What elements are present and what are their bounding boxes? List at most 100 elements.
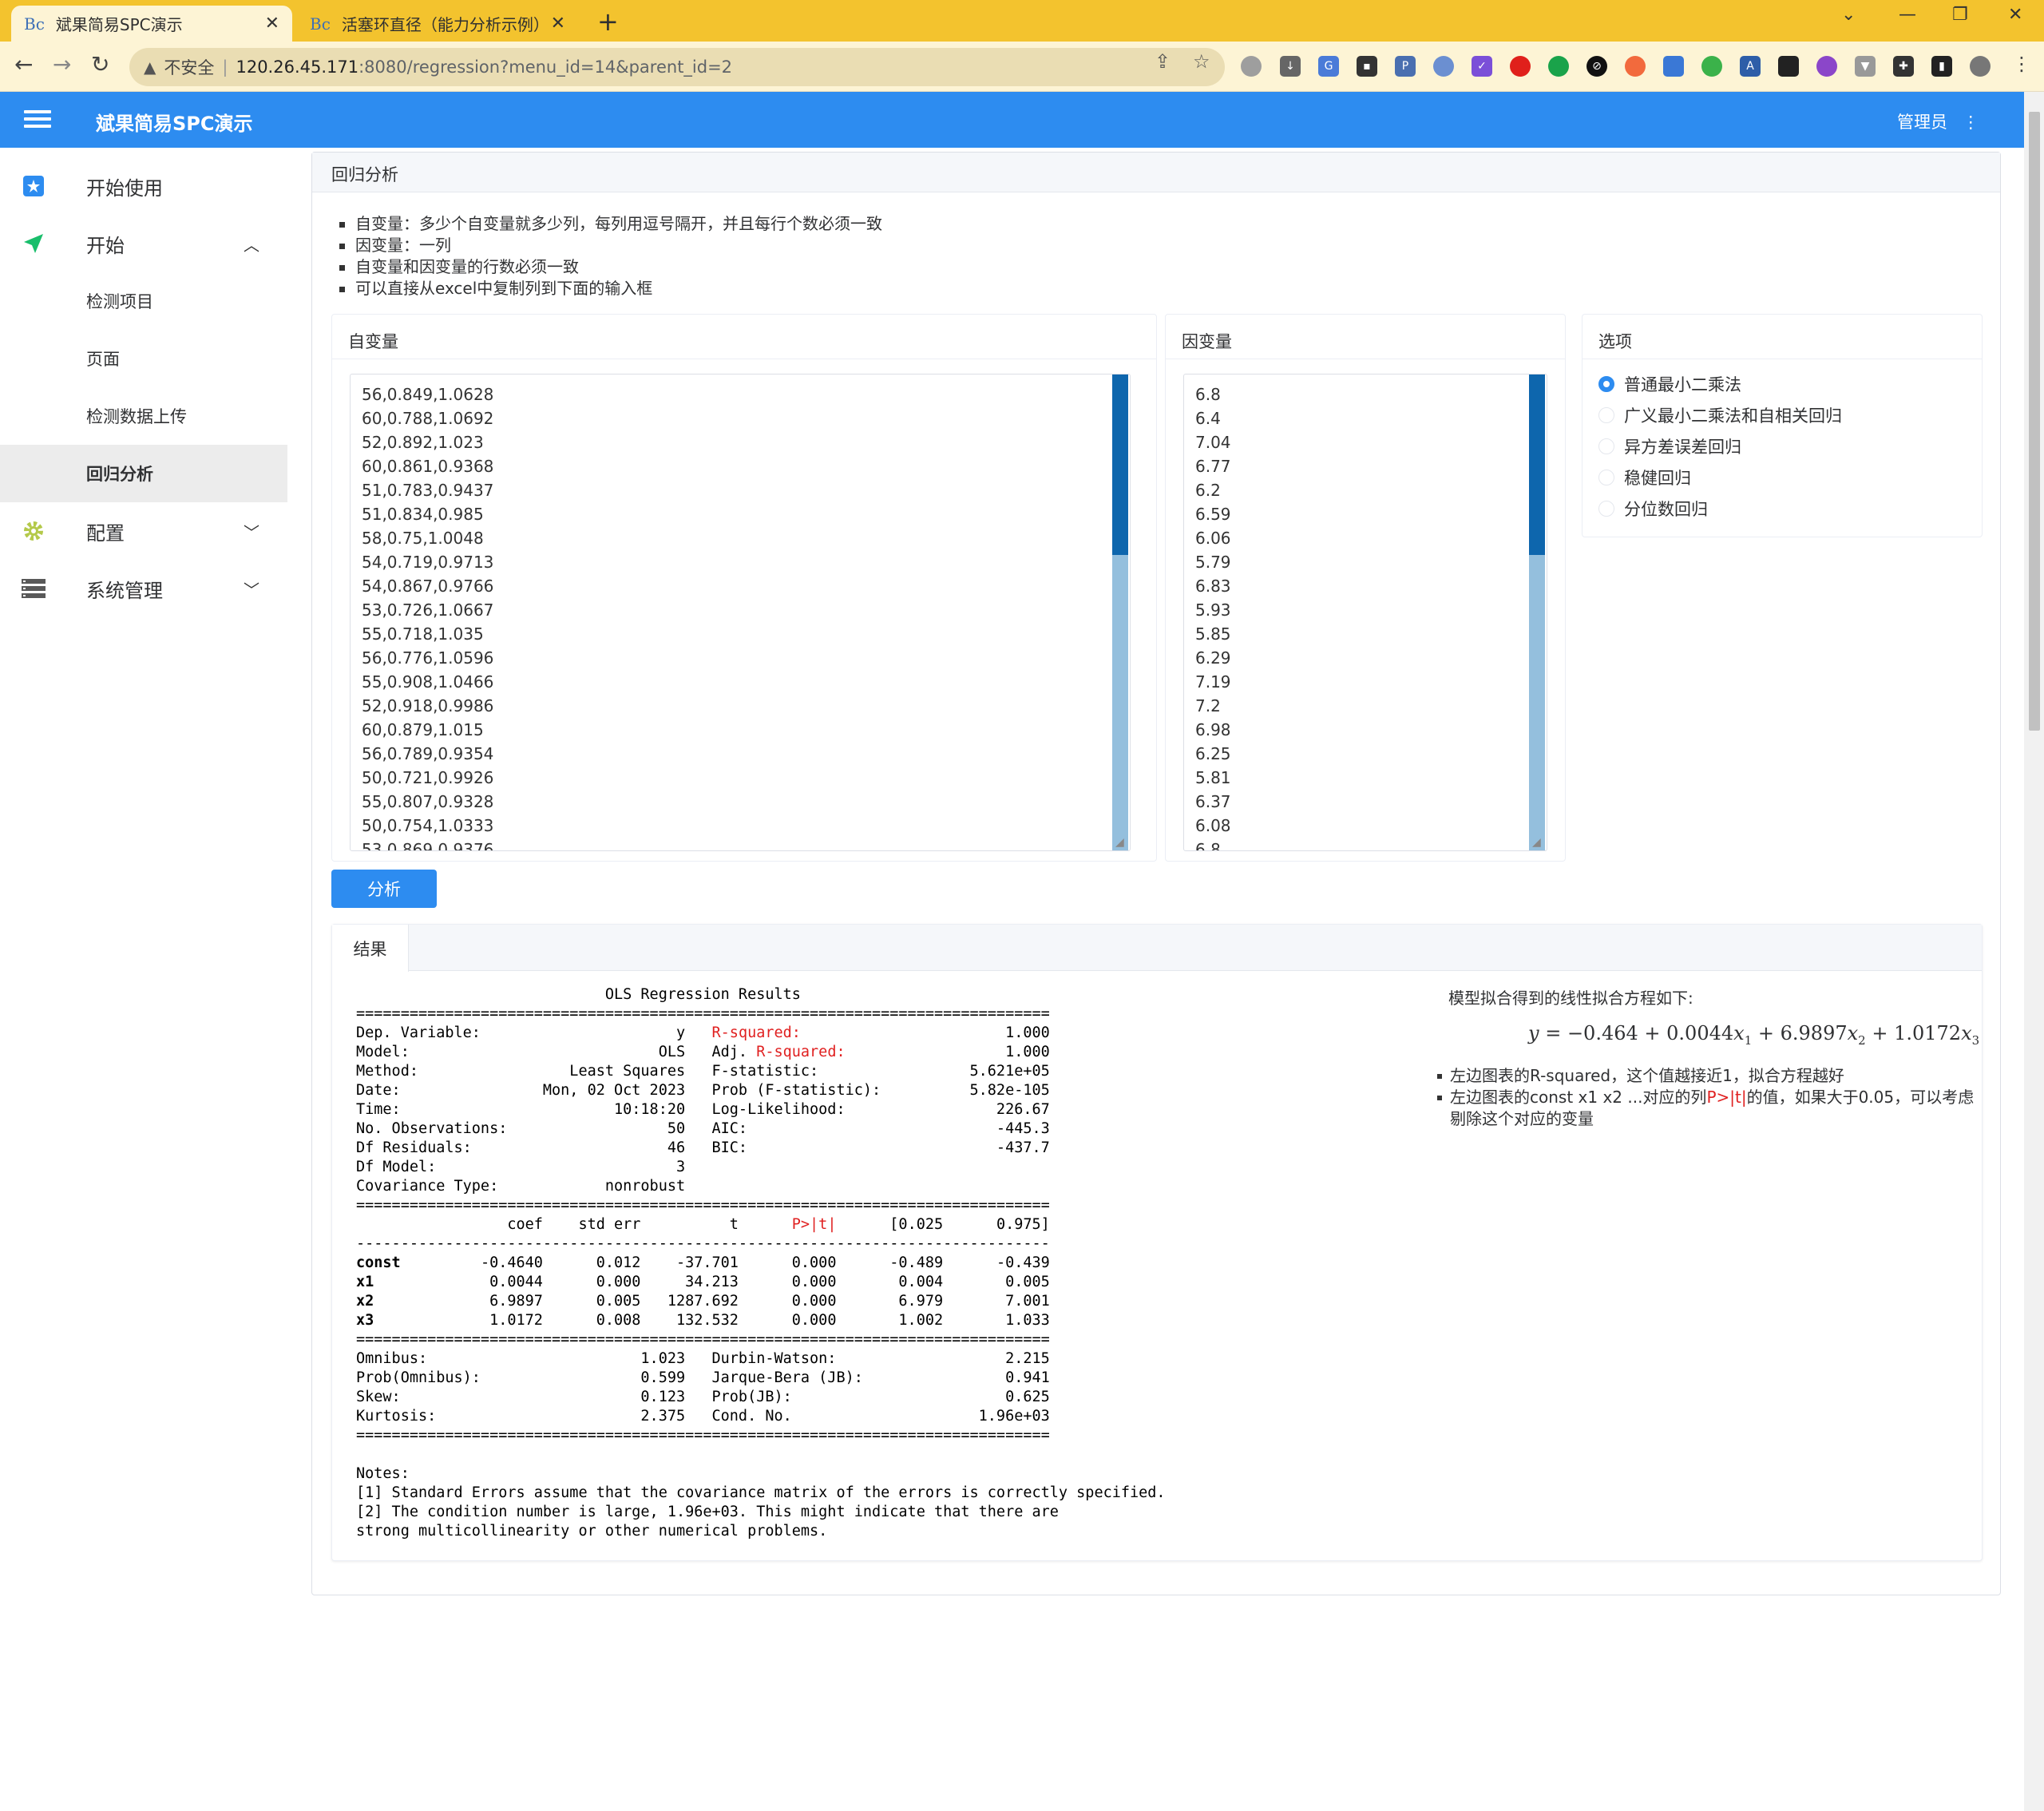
user-menu[interactable]: 管理员 ⋮	[1897, 109, 1979, 133]
extension-icon[interactable]: ▼	[1855, 56, 1876, 77]
note-item: 左边图表的R-squared，这个值越接近1，拟合方程越好	[1436, 1065, 1979, 1087]
warning-icon: ▲	[144, 57, 156, 77]
back-icon[interactable]: ←	[14, 51, 33, 77]
sidebar-subitem-inspection-items[interactable]: 检测项目	[0, 272, 287, 330]
history-icon[interactable]	[1816, 56, 1837, 77]
font-icon[interactable]: A	[1740, 56, 1761, 77]
chevron-up-icon[interactable]: ︿	[244, 232, 259, 256]
favicon-icon: Bc	[24, 14, 45, 34]
sidebar-subitem-regression[interactable]: 回归分析	[0, 445, 287, 502]
sidebar-item-config[interactable]: 配置 ﹀	[0, 502, 287, 560]
check-icon[interactable]: ✓	[1472, 56, 1492, 77]
ols-line: No. Observations: 50 AIC: -445.3	[356, 1120, 1050, 1137]
close-tab-icon[interactable]: ✕	[265, 14, 279, 34]
note-item: 左边图表的const x1 x2 ...对应的列P>|t|的值，如果大于0.05…	[1436, 1087, 1979, 1130]
extension-icon[interactable]	[1433, 56, 1454, 77]
forward-icon[interactable]: →	[53, 51, 71, 77]
adblock-icon[interactable]	[1510, 56, 1531, 77]
menu-toggle-icon[interactable]	[24, 106, 51, 133]
share-icon[interactable]: ⇪	[1155, 50, 1171, 73]
independent-textarea[interactable]: 56,0.849,1.0628 60,0.788,1.0692 52,0.892,1…	[350, 374, 1131, 851]
textarea-scrollbar-thumb[interactable]	[1529, 374, 1545, 555]
textarea-line: 60,0.788,1.0692	[362, 409, 494, 428]
sidebar-subitem-data-upload[interactable]: 检测数据上传	[0, 387, 287, 445]
close-window-icon[interactable]: ✕	[2008, 5, 2022, 25]
dependent-textarea[interactable]: 6.8 6.4 7.04 6.77 6.2 6.59 6.06 5.79 6.83 5.93 5.8…	[1183, 374, 1547, 851]
radio-gls[interactable]: 广义最小二乘法和自相关回归	[1598, 403, 1842, 427]
browser-tab[interactable]: Bc 活塞环直径（能力分析示例） ✕	[297, 6, 578, 42]
textarea-line: 7.04	[1195, 433, 1231, 452]
radio-quantile[interactable]: 分位数回归	[1598, 497, 1708, 521]
textarea-line: 5.93	[1195, 600, 1231, 620]
download-icon[interactable]: ↓	[1280, 56, 1301, 77]
puzzle-icon[interactable]: ✚	[1893, 56, 1914, 77]
radio-rlm[interactable]: 稳健回归	[1598, 466, 1691, 489]
restore-icon[interactable]: ❐	[1952, 5, 1968, 25]
extension-icon[interactable]	[1241, 56, 1262, 77]
radio-wls[interactable]: 异方差误差回归	[1598, 434, 1741, 458]
resize-handle-icon[interactable]: ◢	[1115, 836, 1124, 849]
radio-icon[interactable]	[1598, 407, 1614, 423]
chevron-down-icon[interactable]: ﹀	[244, 577, 259, 600]
translate-icon[interactable]: G	[1318, 56, 1339, 77]
radio-icon[interactable]	[1598, 438, 1614, 454]
textarea-scrollbar-thumb[interactable]	[1112, 374, 1128, 555]
textarea-line: 6.83	[1195, 577, 1231, 596]
ols-line: ========================================…	[356, 1005, 1050, 1022]
url-field[interactable]: ▲ 不安全 | 120.26.45.171 :8080/regression?m…	[129, 48, 1225, 86]
sidebar-item-start[interactable]: 开始 ︿	[0, 215, 287, 272]
minimize-icon[interactable]: —	[1899, 5, 1916, 25]
extension-icon[interactable]	[1663, 56, 1684, 77]
textarea-line: 53,0.869,0.9376	[362, 840, 494, 851]
sidebar-item-system[interactable]: 系统管理 ﹀	[0, 560, 287, 617]
ols-line: Prob(Omnibus): 0.599 Jarque-Bera (JB): 0…	[356, 1369, 1050, 1386]
options-label: 选项	[1583, 315, 1982, 359]
sidebar-item-label: 开始	[86, 234, 125, 257]
browser-menu-icon[interactable]: ⋮	[2012, 53, 2031, 75]
independent-values: 56,0.849,1.0628 60,0.788,1.0692 52,0.892,1…	[362, 382, 494, 851]
tab-search-icon[interactable]: ⌄	[1841, 5, 1856, 25]
instruction-item: 自变量：多少个自变量就多少列，每列用逗号隔开，并且每行个数必须一致	[338, 213, 882, 235]
extension-icon[interactable]	[1778, 56, 1799, 77]
ols-line: ----------------------------------------…	[356, 1235, 1050, 1252]
dependent-label: 因变量	[1166, 315, 1565, 359]
ols-line: OLS Regression Results	[356, 986, 1050, 1003]
extension-icon[interactable]	[1625, 56, 1646, 77]
block-icon[interactable]: ⊘	[1586, 56, 1607, 77]
textarea-line: 6.59	[1195, 505, 1231, 524]
analyze-button[interactable]: 分析	[331, 870, 437, 908]
textarea-line: 51,0.834,0.985	[362, 505, 484, 524]
radio-ols[interactable]: 普通最小二乘法	[1598, 372, 1741, 396]
new-tab-icon[interactable]: +	[597, 6, 619, 37]
profile-icon[interactable]	[1970, 56, 1991, 77]
more-vertical-icon[interactable]: ⋮	[1963, 113, 1979, 132]
page-scrollbar-thumb[interactable]	[2029, 112, 2040, 731]
textarea-line: 6.2	[1195, 481, 1221, 500]
sidebar-subitem-label: 回归分析	[86, 465, 153, 484]
favicon-icon: Bc	[310, 14, 331, 34]
terminal-icon[interactable]: ▪	[1357, 56, 1377, 77]
address-bar: ← → ↻ ▲ 不安全 | 120.26.45.171 :8080/regres…	[0, 42, 2044, 92]
radio-icon[interactable]	[1598, 470, 1614, 485]
extension-icon[interactable]	[1701, 56, 1722, 77]
radio-selected-icon[interactable]	[1598, 376, 1614, 392]
radio-icon[interactable]	[1598, 501, 1614, 517]
url-separator: |	[222, 57, 228, 77]
interpretation-notes: 左边图表的R-squared，这个值越接近1，拟合方程越好 左边图表的const …	[1436, 1065, 1979, 1130]
textarea-line: 60,0.879,1.015	[362, 720, 484, 739]
sidebar-item-getting-started[interactable]: 开始使用	[0, 157, 287, 215]
extension-icon[interactable]	[1548, 56, 1569, 77]
reload-icon[interactable]: ↻	[91, 51, 109, 77]
sidepanel-icon[interactable]: ▮	[1931, 56, 1952, 77]
close-tab-icon[interactable]: ✕	[551, 14, 565, 34]
resize-handle-icon[interactable]: ◢	[1532, 836, 1541, 849]
pdf-icon[interactable]: P	[1395, 56, 1416, 77]
textarea-line: 6.4	[1195, 409, 1221, 428]
chevron-down-icon[interactable]: ﹀	[244, 520, 259, 543]
browser-tab-active[interactable]: Bc 斌果简易SPC演示 ✕	[11, 6, 292, 42]
tab-results[interactable]: 结果	[332, 925, 409, 972]
sidebar-subitem-pages[interactable]: 页面	[0, 330, 287, 387]
textarea-line: 6.25	[1195, 744, 1231, 763]
url-host: 120.26.45.171	[236, 57, 359, 77]
bookmark-star-icon[interactable]: ☆	[1193, 50, 1210, 73]
